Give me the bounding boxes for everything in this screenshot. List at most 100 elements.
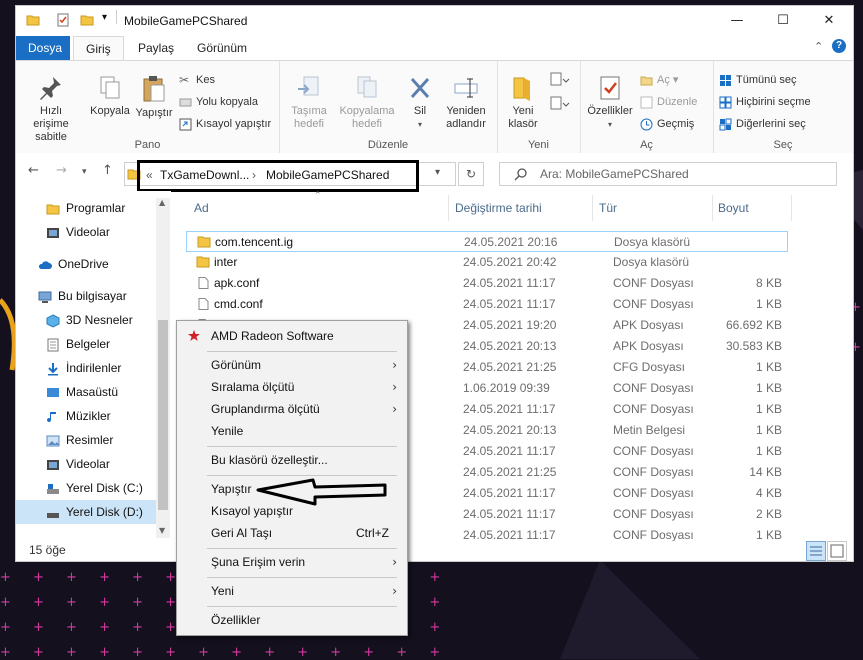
search-box[interactable]: Ara: MobileGamePCShared bbox=[499, 162, 837, 186]
large-icons-view-button[interactable] bbox=[827, 541, 847, 561]
copy-path-button[interactable]: Yolu kopyala bbox=[179, 93, 258, 111]
up-arrow-icon[interactable]: ↑ bbox=[102, 163, 113, 178]
forward-arrow-icon[interactable]: → bbox=[56, 163, 67, 178]
table-row[interactable]: com.tencent.ig 24.05.2021 20:16 Dosya klas… bbox=[186, 231, 788, 252]
menu-item-new[interactable]: Yeni › bbox=[177, 580, 407, 602]
properties-label: Özellikler bbox=[587, 105, 633, 117]
menu-item-refresh[interactable]: Yenile bbox=[177, 420, 407, 442]
easy-access-icon[interactable] bbox=[549, 95, 571, 113]
nav-item-drive-c[interactable]: Yerel Disk (C:) bbox=[16, 476, 156, 500]
paste-button[interactable]: Yapıştır bbox=[134, 75, 174, 120]
menu-item-give-access[interactable]: Şuna Erişim verin › bbox=[177, 551, 407, 573]
file-date: 24.05.2021 20:13 bbox=[463, 423, 557, 437]
select-none-button[interactable]: Hiçbirini seçme bbox=[719, 93, 811, 111]
history-button[interactable]: Geçmiş bbox=[640, 115, 694, 133]
new-folder-quick-icon[interactable] bbox=[80, 13, 94, 27]
table-row[interactable]: apk.conf 24.05.2021 11:17 CONF Dosyası 8 KB bbox=[186, 273, 788, 294]
navigation-scrollbar[interactable]: ▲ ▼ bbox=[156, 198, 170, 538]
help-icon[interactable]: ? bbox=[832, 39, 846, 53]
nav-item-videos[interactable]: Videolar bbox=[16, 220, 156, 244]
cut-button[interactable]: ✂ Kes bbox=[179, 71, 215, 89]
paste-shortcut-button[interactable]: Kısayol yapıştır bbox=[179, 115, 271, 133]
new-folder-button[interactable]: Yeni klasör bbox=[503, 75, 543, 131]
nav-item-music[interactable]: Müzikler bbox=[16, 404, 156, 428]
back-arrow-icon[interactable]: ← bbox=[28, 163, 39, 178]
file-date: 24.05.2021 20:13 bbox=[463, 339, 557, 353]
column-divider[interactable] bbox=[791, 195, 792, 221]
column-divider[interactable] bbox=[712, 195, 713, 221]
tab-view[interactable]: Görünüm bbox=[185, 36, 259, 60]
breadcrumb-current[interactable]: MobileGamePCShared bbox=[266, 168, 389, 182]
nav-item-3d-objects[interactable]: 3D Nesneler bbox=[16, 308, 156, 332]
rename-icon bbox=[454, 78, 478, 98]
nav-item-label: Videolar bbox=[66, 457, 110, 471]
select-all-button[interactable]: Tümünü seç bbox=[719, 71, 797, 89]
search-input[interactable]: Ara: MobileGamePCShared bbox=[540, 167, 689, 181]
scroll-down-icon[interactable]: ▼ bbox=[159, 526, 165, 535]
column-header-date[interactable]: Değiştirme tarihi bbox=[455, 201, 542, 215]
refresh-button[interactable]: ↻ bbox=[458, 162, 484, 186]
copy-to-button[interactable]: Kopyalama hedefi bbox=[337, 75, 397, 131]
ribbon-collapse-icon[interactable]: ⌃ bbox=[814, 40, 823, 53]
open-button[interactable]: Aç ▾ bbox=[640, 71, 678, 89]
breadcrumb-overflow-icon[interactable]: « bbox=[146, 168, 153, 182]
nav-item-this-pc[interactable]: Bu bilgisayar bbox=[16, 284, 156, 308]
file-type: CONF Dosyası bbox=[613, 381, 694, 395]
submenu-arrow-icon: › bbox=[392, 358, 397, 372]
recent-locations-icon[interactable]: ▾ bbox=[82, 167, 87, 177]
scroll-up-icon[interactable]: ▲ bbox=[159, 198, 165, 207]
nav-item-documents[interactable]: Belgeler bbox=[16, 332, 156, 356]
menu-item-customize-folder[interactable]: Bu klasörü özelleştir... bbox=[177, 449, 407, 471]
breadcrumb-separator-icon[interactable]: › bbox=[252, 168, 256, 182]
table-row[interactable]: cmd.conf 24.05.2021 11:17 CONF Dosyası 1 KB bbox=[186, 294, 788, 315]
address-bar[interactable]: « TxGameDownl... › MobileGamePCShared ▾ bbox=[124, 160, 456, 192]
address-dropdown-icon[interactable]: ▾ bbox=[435, 167, 440, 178]
invert-selection-button[interactable]: Diğerlerini seç bbox=[719, 115, 806, 133]
copy-button[interactable]: Kopyala bbox=[86, 75, 134, 118]
nav-item-downloads[interactable]: İndirilenler bbox=[16, 356, 156, 380]
edit-button[interactable]: Düzenle bbox=[640, 93, 697, 111]
table-row[interactable]: inter 24.05.2021 20:42 Dosya klasörü bbox=[186, 252, 788, 273]
breadcrumb-parent[interactable]: TxGameDownl... bbox=[160, 168, 249, 182]
rename-button[interactable]: Yeniden adlandır bbox=[439, 75, 493, 131]
menu-item-label: Sıralama ölçütü bbox=[211, 380, 295, 394]
column-divider[interactable] bbox=[592, 195, 593, 221]
new-item-icon[interactable] bbox=[549, 71, 571, 89]
menu-item-properties[interactable]: Özellikler bbox=[177, 609, 407, 631]
nav-item-desktop[interactable]: Masaüstü bbox=[16, 380, 156, 404]
tab-file[interactable]: Dosya bbox=[16, 36, 70, 60]
maximize-button[interactable]: ☐ bbox=[760, 6, 806, 36]
scrollbar-thumb[interactable] bbox=[158, 320, 168, 510]
menu-item-undo-move[interactable]: Geri Al Taşı Ctrl+Z bbox=[177, 522, 407, 544]
details-view-button[interactable] bbox=[806, 541, 826, 561]
nav-item-videos-2[interactable]: Videolar bbox=[16, 452, 156, 476]
nav-item-programs[interactable]: Programlar bbox=[16, 196, 156, 220]
drive-icon bbox=[47, 483, 59, 494]
properties-button[interactable]: Özellikler ▾ bbox=[584, 75, 636, 131]
minimize-button[interactable]: — bbox=[714, 6, 760, 36]
nav-item-pictures[interactable]: Resimler bbox=[16, 428, 156, 452]
nav-item-drive-d[interactable]: Yerel Disk (D:) bbox=[16, 500, 156, 524]
close-button[interactable]: ✕ bbox=[806, 6, 852, 36]
group-label-new: Yeni bbox=[527, 139, 549, 151]
properties-quick-icon[interactable] bbox=[56, 13, 70, 27]
move-to-button[interactable]: Taşıma hedefi bbox=[283, 75, 335, 131]
column-header-size[interactable]: Boyut bbox=[718, 201, 749, 215]
ribbon-tabs: Dosya Giriş Paylaş Görünüm ⌃ ? bbox=[16, 36, 853, 62]
customize-quick-access-icon[interactable]: ▾ bbox=[102, 12, 116, 26]
menu-item-amd-radeon[interactable]: AMD Radeon Software bbox=[177, 325, 407, 347]
file-date: 24.05.2021 11:17 bbox=[463, 528, 556, 542]
column-header-name[interactable]: Ad bbox=[194, 201, 209, 215]
file-type: CONF Dosyası bbox=[613, 297, 694, 311]
nav-item-onedrive[interactable]: OneDrive bbox=[16, 252, 156, 276]
menu-item-sort-by[interactable]: Sıralama ölçütü › bbox=[177, 376, 407, 398]
tab-home[interactable]: Giriş bbox=[73, 36, 124, 62]
delete-button[interactable]: Sil ▾ bbox=[405, 75, 435, 131]
pin-quick-access-button[interactable]: Hızlı erişime sabitle bbox=[22, 75, 80, 144]
column-header-type[interactable]: Tür bbox=[599, 201, 617, 215]
file-type: CONF Dosyası bbox=[613, 444, 694, 458]
tab-share[interactable]: Paylaş bbox=[126, 36, 186, 60]
menu-item-group-by[interactable]: Gruplandırma ölçütü › bbox=[177, 398, 407, 420]
menu-item-view[interactable]: Görünüm › bbox=[177, 354, 407, 376]
column-divider[interactable] bbox=[448, 195, 449, 221]
